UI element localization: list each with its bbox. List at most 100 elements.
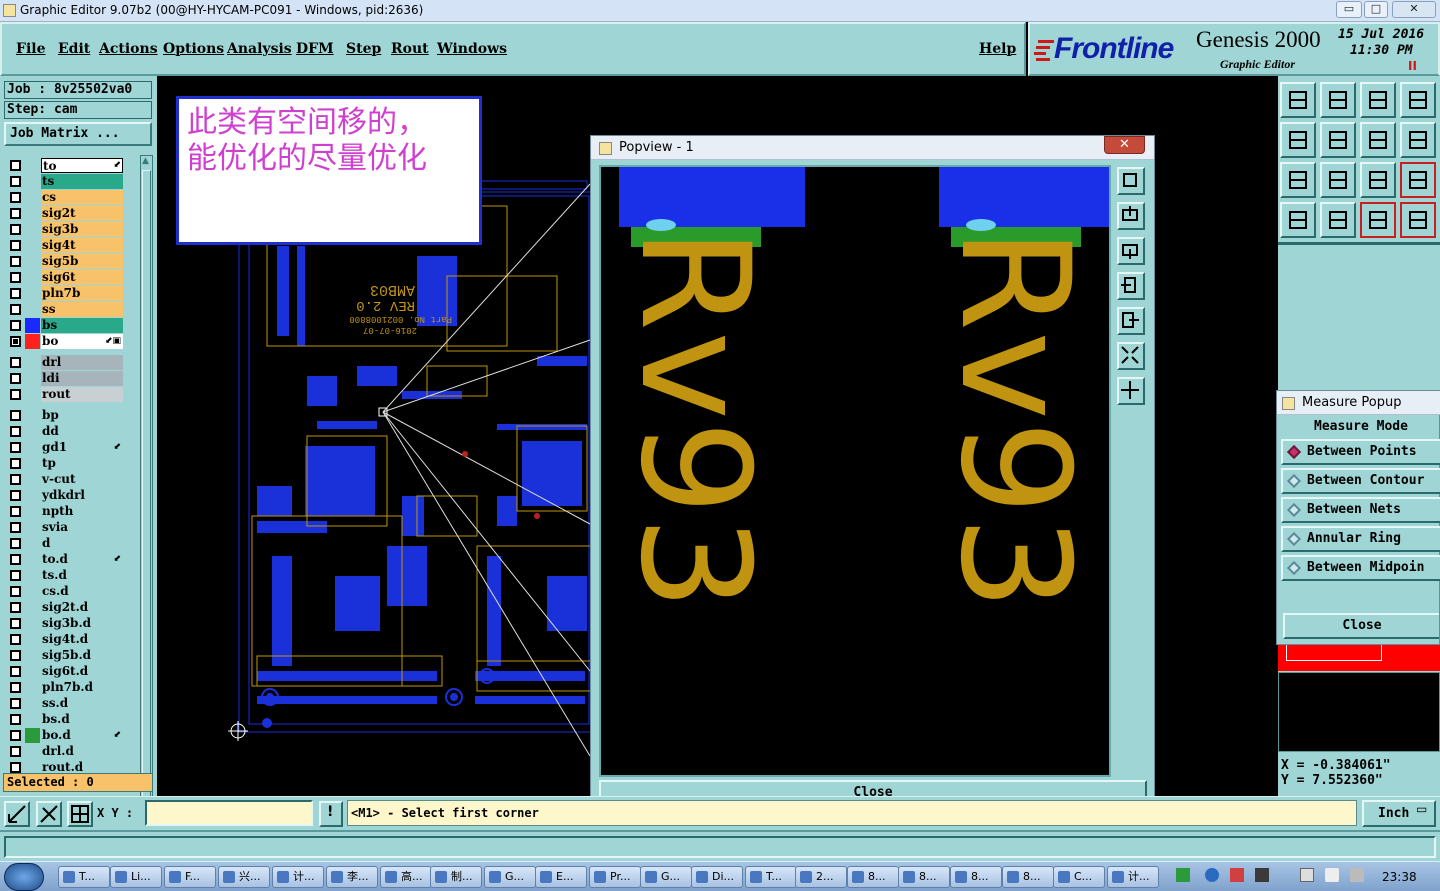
layer-checkbox[interactable] [10, 650, 21, 661]
layer-checkbox[interactable] [10, 192, 21, 203]
unit-selector[interactable]: Inch ▭ [1362, 800, 1436, 827]
layer-list-scrollbar[interactable]: ▲ ▼ [140, 155, 153, 845]
layer-color-swatch[interactable] [25, 190, 40, 205]
taskbar-item[interactable]: 兴... [218, 866, 270, 888]
mirror-icon[interactable] [1360, 122, 1396, 158]
layer-color-swatch[interactable] [25, 158, 40, 173]
layer-checkbox[interactable] [10, 506, 21, 517]
layer-row-cs[interactable]: cs [5, 190, 125, 205]
layer-name[interactable]: d [41, 536, 123, 551]
popview-zoom-icon[interactable] [1117, 167, 1145, 195]
layer-checkbox[interactable] [10, 570, 21, 581]
layer-row-bo[interactable]: bo ⬋▣ [5, 334, 125, 349]
menu-file[interactable]: File [16, 41, 45, 57]
split-view-icon[interactable] [1400, 82, 1436, 118]
page-left-icon[interactable] [1280, 122, 1316, 158]
layer-row-ldi[interactable]: ldi [5, 371, 125, 386]
layer-row-gd1[interactable]: gd1 ⬋ [5, 440, 125, 455]
layer-name[interactable]: v-cut [41, 472, 123, 487]
layer-name[interactable]: gd1 [41, 440, 123, 455]
tray-keyboard-icon[interactable] [1300, 868, 1314, 882]
scroll-up-icon[interactable]: ▲ [142, 156, 149, 166]
layer-checkbox[interactable] [10, 458, 21, 469]
layer-name[interactable]: sig5b.d [41, 648, 123, 663]
layer-checkbox[interactable] [10, 714, 21, 725]
taskbar-item[interactable]: Pr... [589, 866, 641, 888]
layer-row-npth[interactable]: npth [5, 504, 125, 519]
layer-row-svia[interactable]: svia [5, 520, 125, 535]
layer-name[interactable]: bs.d [41, 712, 123, 727]
layer-row-ts[interactable]: ts [5, 174, 125, 189]
layer-row-rout[interactable]: rout [5, 387, 125, 402]
layer-checkbox[interactable] [10, 160, 21, 171]
layer-name[interactable]: ss.d [41, 696, 123, 711]
layer-color-swatch[interactable] [25, 472, 40, 487]
help-icon[interactable] [1400, 162, 1436, 198]
layer-name[interactable]: cs [41, 190, 123, 205]
page-up-icon[interactable] [1280, 82, 1316, 118]
measure-option[interactable]: Between Midpoin [1281, 555, 1440, 581]
layer-checkbox[interactable] [10, 389, 21, 400]
layer-row-to[interactable]: to ⬋ [5, 158, 125, 173]
menu-actions[interactable]: Actions [99, 41, 158, 57]
measure-option[interactable]: Between Nets [1281, 497, 1440, 523]
tray-app-icon[interactable] [1230, 868, 1244, 882]
layer-row-sig4t-d[interactable]: sig4t.d [5, 632, 125, 647]
snap-icon[interactable] [4, 801, 30, 827]
layer-name[interactable]: bo.d [41, 728, 123, 743]
layer-checkbox[interactable] [10, 320, 21, 331]
layer-row-cs-d[interactable]: cs.d [5, 584, 125, 599]
layer-color-swatch[interactable] [25, 536, 40, 551]
layer-color-swatch[interactable] [25, 440, 40, 455]
page-down-icon[interactable] [1320, 82, 1356, 118]
layer-row-pln7b-d[interactable]: pln7b.d [5, 680, 125, 695]
layer-settings-icon[interactable] [1280, 202, 1316, 238]
layer-row-d[interactable]: d [5, 536, 125, 551]
layer-checkbox[interactable] [10, 618, 21, 629]
xy-input[interactable] [145, 800, 313, 826]
popview-canvas[interactable]: Rv93 Rv93 [599, 165, 1111, 777]
taskbar-item[interactable]: Di... [691, 866, 743, 888]
layer-color-swatch[interactable] [25, 488, 40, 503]
layer-color-swatch[interactable] [25, 270, 40, 285]
layer-name[interactable]: ts.d [41, 568, 123, 583]
layer-color-swatch[interactable] [25, 206, 40, 221]
layer-name[interactable]: cs.d [41, 584, 123, 599]
layer-row-ts-d[interactable]: ts.d [5, 568, 125, 583]
layer-name[interactable]: bp [41, 408, 123, 423]
layer-color-swatch[interactable] [25, 728, 40, 743]
layer-checkbox[interactable] [10, 272, 21, 283]
taskbar-item[interactable]: 高... [380, 866, 432, 888]
taskbar-item[interactable]: C... [1053, 866, 1105, 888]
layer-name[interactable]: sig4t.d [41, 632, 123, 647]
layer-row-v-cut[interactable]: v-cut [5, 472, 125, 487]
layer-color-swatch[interactable] [25, 584, 40, 599]
layer-name[interactable]: svia [41, 520, 123, 535]
taskbar-item[interactable]: Li... [110, 866, 162, 888]
layer-checkbox[interactable] [10, 666, 21, 677]
layer-row-sig4t[interactable]: sig4t [5, 238, 125, 253]
measure-option[interactable]: Between Points [1281, 439, 1440, 465]
popview-zoom-in-icon[interactable] [1117, 342, 1145, 370]
scroll-thumb[interactable] [142, 170, 151, 825]
fit-screen-icon[interactable] [1280, 162, 1316, 198]
layer-color-swatch[interactable] [25, 355, 40, 370]
layer-color-swatch[interactable] [25, 334, 40, 349]
layer-color-swatch[interactable] [25, 238, 40, 253]
layer-checkbox[interactable] [10, 426, 21, 437]
grid-icon[interactable] [67, 801, 93, 827]
layer-row-bp[interactable]: bp [5, 408, 125, 423]
layer-color-swatch[interactable] [25, 174, 40, 189]
popview-pan-down-icon[interactable] [1117, 237, 1145, 265]
volume-icon[interactable] [1325, 868, 1339, 882]
layer-checkbox[interactable] [10, 373, 21, 384]
layer-checkbox[interactable] [10, 554, 21, 565]
swap-icon[interactable] [1400, 122, 1436, 158]
layer-name[interactable]: tp [41, 456, 123, 471]
layer-row-sig5b[interactable]: sig5b [5, 254, 125, 269]
layer-name[interactable]: to.d [41, 552, 123, 567]
layer-color-swatch[interactable] [25, 254, 40, 269]
tray-network-icon[interactable] [1205, 868, 1219, 882]
layer-color-swatch[interactable] [25, 286, 40, 301]
layer-checkbox[interactable] [10, 410, 21, 421]
